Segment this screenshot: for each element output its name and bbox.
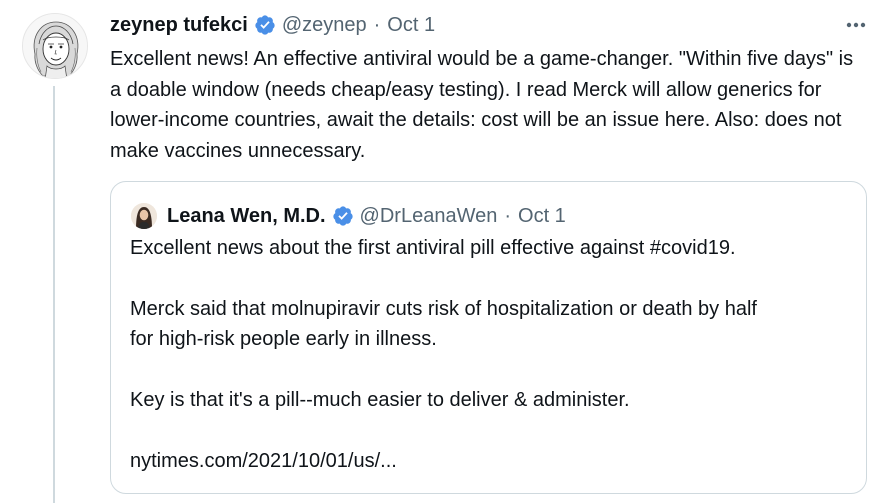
verified-badge-icon <box>254 14 276 36</box>
quoted-text-line: Merck said that molnupiravir cuts risk o… <box>130 298 757 320</box>
quoted-tweet-date[interactable]: Oct 1 <box>518 205 566 228</box>
author-name[interactable]: zeynep tufekci <box>110 14 248 37</box>
quoted-header-separator: · <box>504 204 512 227</box>
author-handle[interactable]: @zeynep <box>282 14 367 37</box>
header-separator: · <box>373 13 381 36</box>
profile-photo-icon <box>131 203 157 229</box>
tweet-date[interactable]: Oct 1 <box>387 14 435 37</box>
quoted-text-line: for high-risk people early in illness. <box>130 328 437 350</box>
verified-badge-icon <box>332 205 354 227</box>
tweet-text: Excellent news! An effective antiviral w… <box>110 48 854 162</box>
quoted-author-name[interactable]: Leana Wen, M.D. <box>167 205 326 228</box>
quoted-text-line: Excellent news about the first antiviral… <box>130 237 736 259</box>
quoted-link[interactable]: nytimes.com/2021/10/01/us/... <box>130 450 397 473</box>
more-options-icon[interactable] <box>843 12 869 38</box>
thread-connector-line <box>53 86 55 503</box>
quoted-text-line: Key is that it's a pill--much easier to … <box>130 389 630 411</box>
quoted-tweet-card[interactable]: Leana Wen, M.D. @DrLeanaWen · Oct 1 Exce… <box>110 181 867 494</box>
quoted-author-handle[interactable]: @DrLeanaWen <box>360 205 498 228</box>
quoted-author-avatar[interactable] <box>131 203 157 229</box>
tweet-header: zeynep tufekci @zeynep · Oct 1 <box>110 11 435 39</box>
quoted-tweet-header: Leana Wen, M.D. @DrLeanaWen · Oct 1 <box>131 202 566 230</box>
portrait-sketch-icon <box>23 14 87 78</box>
author-avatar[interactable] <box>22 13 88 79</box>
